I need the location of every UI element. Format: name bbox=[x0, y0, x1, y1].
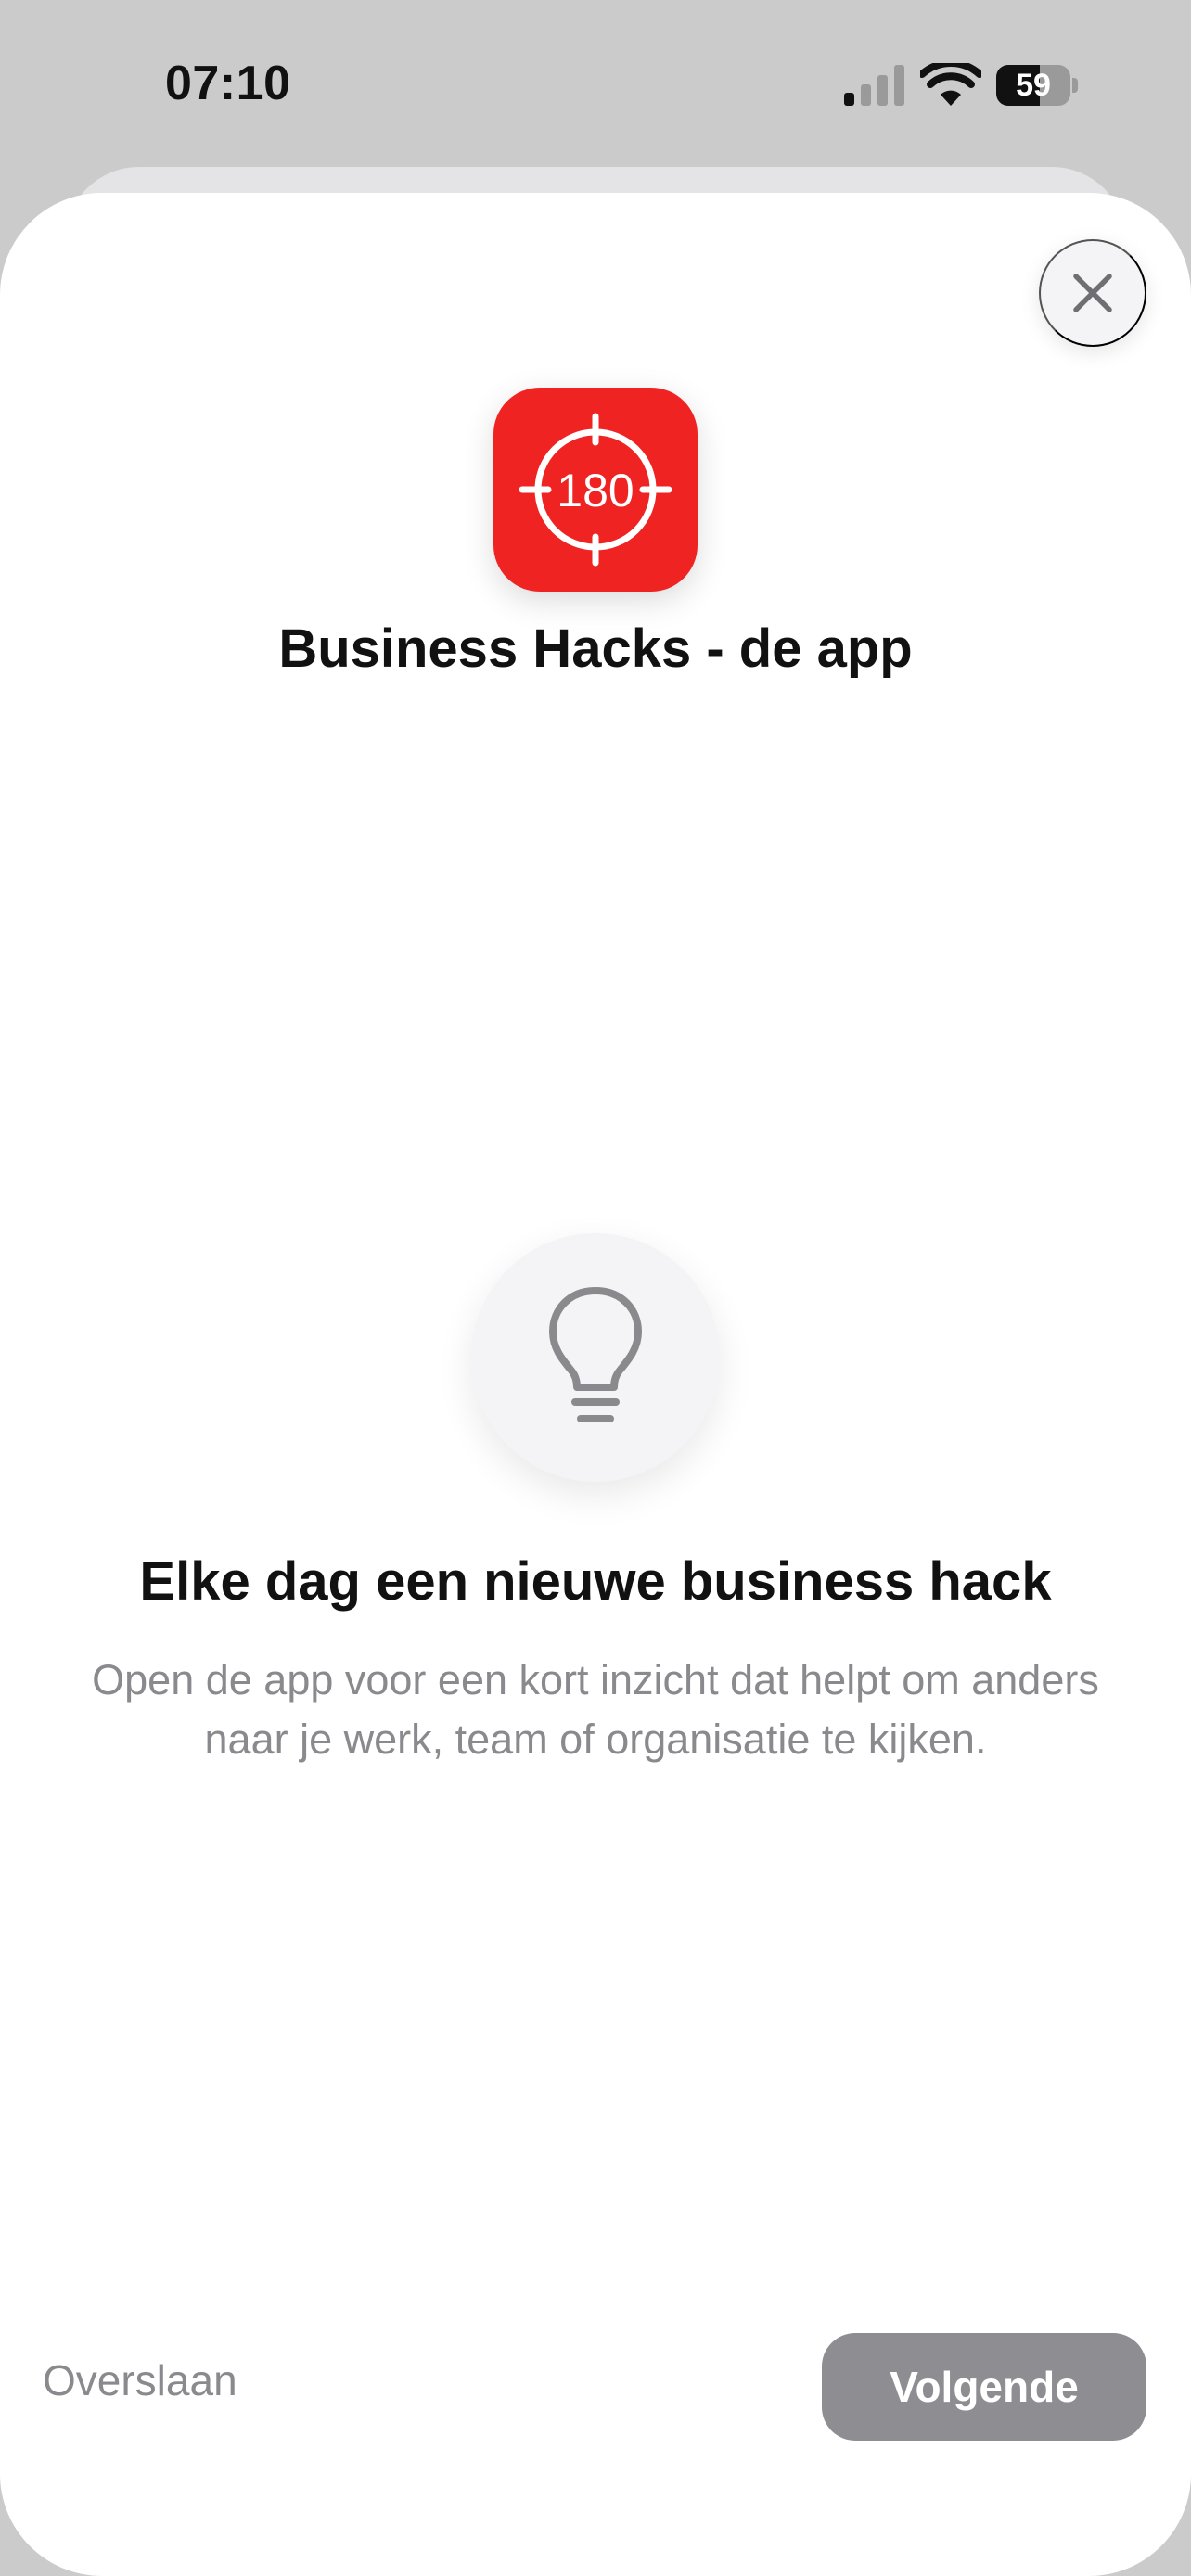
target-icon: 180 bbox=[519, 413, 672, 567]
close-button[interactable] bbox=[1039, 239, 1146, 347]
app-icon-text: 180 bbox=[557, 465, 634, 516]
status-time: 07:10 bbox=[165, 57, 291, 110]
feature-description: Open de app voor een kort inzicht dat he… bbox=[92, 1656, 1099, 1763]
status-bar: 07:10 59 bbox=[0, 0, 1191, 167]
app-title: Business Hacks - de app bbox=[278, 618, 913, 679]
next-button[interactable]: Volgende bbox=[822, 2333, 1146, 2441]
wifi-icon bbox=[920, 63, 981, 106]
lightbulb-icon bbox=[549, 1287, 642, 1422]
battery-percent: 59 bbox=[1016, 68, 1051, 103]
battery-icon: 59 bbox=[996, 65, 1078, 106]
signal-icon bbox=[844, 65, 904, 106]
skip-button[interactable]: Overslaan bbox=[43, 2355, 237, 2405]
close-icon bbox=[1073, 274, 1112, 312]
feature-icon-circle bbox=[471, 1233, 720, 1482]
app-icon: 180 bbox=[493, 388, 698, 592]
feature-headline: Elke dag een nieuwe business hack bbox=[139, 1551, 1052, 1612]
